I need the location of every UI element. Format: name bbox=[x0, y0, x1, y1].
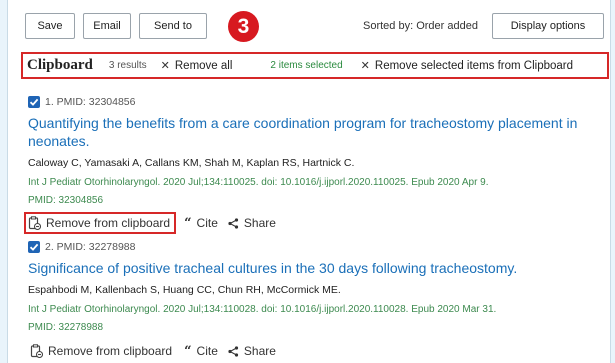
article-title-line: neonates. bbox=[28, 133, 90, 149]
send-to-button[interactable]: Send to bbox=[139, 13, 207, 39]
remove-from-clipboard-label: Remove from clipboard bbox=[48, 344, 173, 358]
list-item: 2. PMID: 32278988 Significance of positi… bbox=[28, 240, 603, 360]
remove-from-clipboard-label: Remove from clipboard bbox=[46, 216, 171, 230]
remove-from-clipboard-button[interactable]: Remove from clipboard bbox=[24, 212, 177, 234]
list-item: 1. PMID: 32304856 Quantifying the benefi… bbox=[24, 95, 603, 234]
remove-all-link[interactable]: Remove all bbox=[175, 60, 233, 72]
close-icon[interactable]: ✕ bbox=[361, 59, 370, 72]
article-authors: Espahbodi M, Kallenbach S, Huang CC, Chu… bbox=[28, 284, 341, 296]
clipboard-remove-icon bbox=[28, 216, 41, 230]
result-actions: Remove from clipboard “ Cite Share bbox=[28, 342, 603, 360]
check-icon bbox=[29, 98, 39, 106]
clipboard-title: Clipboard bbox=[27, 57, 93, 73]
share-label: Share bbox=[243, 216, 276, 230]
display-options-button[interactable]: Display options bbox=[492, 13, 604, 39]
clipboard-remove-icon bbox=[30, 344, 43, 358]
share-button[interactable]: Share bbox=[228, 216, 276, 230]
result-checkbox[interactable] bbox=[28, 96, 40, 108]
article-title-line: Quantifying the benefits from a care coo… bbox=[28, 115, 578, 131]
share-icon bbox=[228, 217, 239, 229]
article-title-link[interactable]: Significance of positive tracheal cultur… bbox=[28, 259, 603, 277]
quote-icon: “ bbox=[184, 343, 192, 359]
cite-label: Cite bbox=[196, 216, 218, 230]
selected-count: 2 items selected bbox=[270, 60, 343, 71]
article-pmid: PMID: 32278988 bbox=[28, 322, 104, 333]
cite-label: Cite bbox=[196, 344, 218, 358]
article-title-line: Significance of positive tracheal cultur… bbox=[28, 260, 518, 276]
email-button[interactable]: Email bbox=[83, 13, 131, 39]
step-number-badge: 3 bbox=[228, 11, 259, 42]
result-actions: Remove from clipboard “ Cite Share bbox=[24, 212, 603, 234]
result-number-pmid: 1. PMID: 32304856 bbox=[45, 96, 136, 108]
result-checkbox[interactable] bbox=[28, 241, 40, 253]
article-authors: Caloway C, Yamasaki A, Callans KM, Shah … bbox=[28, 157, 355, 169]
clipboard-header-bar: Clipboard 3 results ✕ Remove all 2 items… bbox=[21, 52, 609, 79]
save-button[interactable]: Save bbox=[25, 13, 75, 39]
check-icon bbox=[29, 243, 39, 251]
results-count: 3 results bbox=[108, 60, 147, 71]
quote-icon: “ bbox=[184, 215, 192, 231]
result-number-pmid: 2. PMID: 32278988 bbox=[45, 241, 136, 253]
share-label: Share bbox=[243, 344, 276, 358]
close-icon[interactable]: ✕ bbox=[161, 59, 170, 72]
remove-selected-link[interactable]: Remove selected items from Clipboard bbox=[375, 60, 573, 72]
article-citation: Int J Pediatr Otorhinolaryngol. 2020 Jul… bbox=[28, 177, 489, 188]
toolbar: Save Email Send to 3 Sorted by: Order ad… bbox=[19, 11, 609, 42]
share-button[interactable]: Share bbox=[228, 344, 276, 358]
cite-button[interactable]: “ Cite bbox=[184, 344, 218, 359]
article-citation: Int J Pediatr Otorhinolaryngol. 2020 Jul… bbox=[28, 304, 497, 315]
article-title-link[interactable]: Quantifying the benefits from a care coo… bbox=[28, 114, 603, 150]
article-pmid: PMID: 32304856 bbox=[28, 195, 104, 206]
share-icon bbox=[228, 345, 239, 357]
cite-button[interactable]: “ Cite bbox=[184, 216, 218, 231]
sort-order-label: Sorted by: Order added bbox=[363, 20, 478, 32]
remove-from-clipboard-button[interactable]: Remove from clipboard bbox=[28, 342, 176, 360]
